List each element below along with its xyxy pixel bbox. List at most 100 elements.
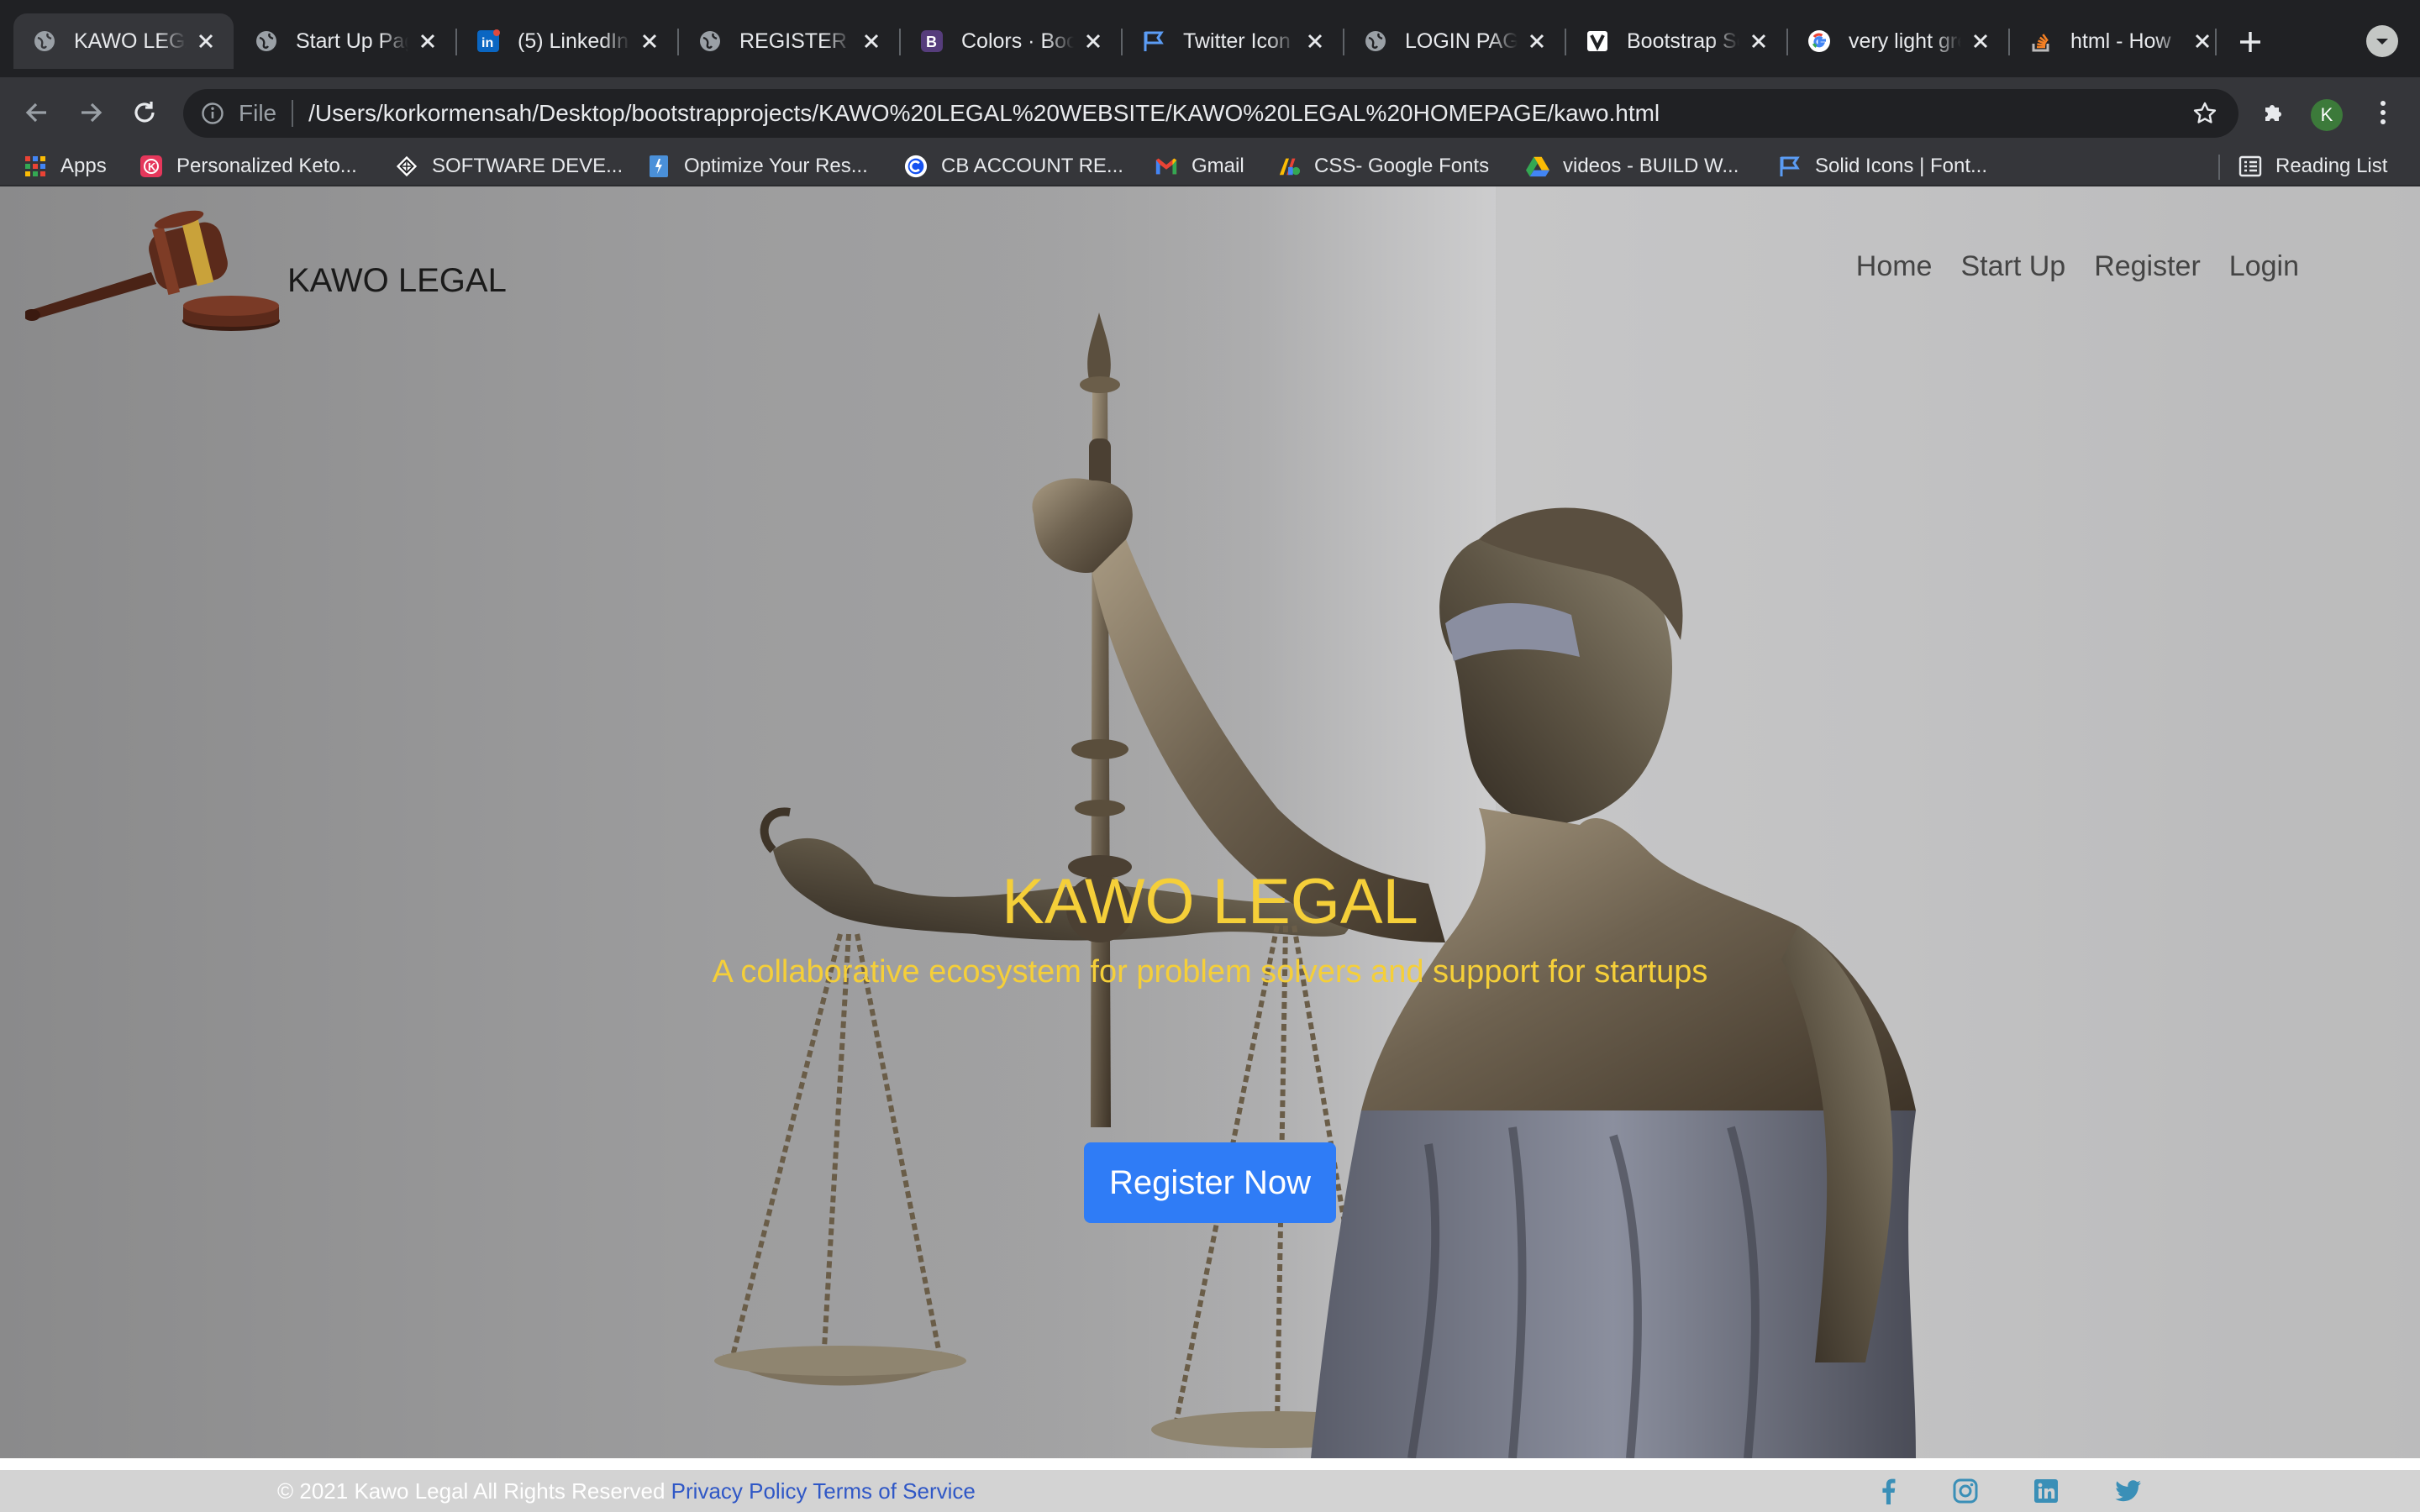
bookmarks-bar: Apps K Personalized Keto... SOFTWARE DEV… bbox=[0, 148, 2420, 186]
reload-icon bbox=[134, 102, 155, 123]
footer-copyright: © 2021 Kawo Legal All Rights Reserved Pr… bbox=[277, 1478, 976, 1504]
tab-title: html - How bbox=[2070, 29, 2171, 53]
bookmark-label: CSS- Google Fonts bbox=[1314, 155, 1490, 177]
brand[interactable]: KAWO LEGAL bbox=[25, 203, 507, 338]
browser-menu-button[interactable] bbox=[2361, 91, 2405, 134]
stackoverflow-icon bbox=[2028, 29, 2054, 54]
hero-title: KAWO LEGAL bbox=[1002, 866, 1418, 937]
twitter-icon[interactable] bbox=[2114, 1477, 2143, 1505]
puzzle-icon bbox=[2265, 105, 2281, 121]
forward-button[interactable] bbox=[69, 91, 113, 134]
globe-icon bbox=[254, 29, 279, 54]
tab-title: REGISTER PAGE bbox=[739, 29, 852, 53]
bookmark-google-fonts[interactable]: CSS- Google Fonts bbox=[1277, 148, 1489, 185]
shield-icon bbox=[1585, 29, 1610, 54]
back-button[interactable] bbox=[15, 91, 59, 134]
reading-list-button[interactable]: Reading List bbox=[2238, 148, 2387, 185]
close-icon[interactable] bbox=[2191, 30, 2213, 52]
terms-of-service-link[interactable]: Terms of Service bbox=[813, 1478, 976, 1504]
hero-section: KAWO LEGAL Home Start Up Register Login … bbox=[0, 186, 2420, 1458]
close-icon[interactable] bbox=[1970, 30, 1991, 52]
close-icon[interactable] bbox=[639, 30, 660, 52]
extensions-button[interactable] bbox=[2252, 91, 2296, 134]
bookmark-videos[interactable]: videos - BUILD W... bbox=[1526, 148, 1739, 185]
arrow-left-icon bbox=[25, 102, 46, 123]
tab-title: LOGIN PAGE bbox=[1405, 29, 1518, 53]
tab-bootstrap-colors[interactable]: B Colors · Bootstrap bbox=[901, 13, 1121, 69]
cb-icon bbox=[904, 155, 928, 178]
bookmark-solid-icons[interactable]: Solid Icons | Font... bbox=[1778, 148, 1987, 185]
address-divider bbox=[292, 100, 294, 127]
more-vert-icon bbox=[2381, 101, 2386, 124]
new-tab-button[interactable] bbox=[2232, 24, 2269, 60]
tab-title: very light grey bbox=[1849, 29, 1961, 53]
info-icon[interactable] bbox=[200, 101, 225, 126]
close-icon[interactable] bbox=[1304, 30, 1326, 52]
google-fonts-icon bbox=[1277, 155, 1301, 178]
address-bar[interactable]: File /Users/korkormensah/Desktop/bootstr… bbox=[183, 89, 2238, 138]
bookmark-label: videos - BUILD W... bbox=[1563, 155, 1739, 177]
nav-link-login[interactable]: Login bbox=[2229, 250, 2299, 283]
close-icon[interactable] bbox=[860, 30, 882, 52]
tab-stackoverflow[interactable]: html - How bbox=[2010, 13, 2230, 69]
privacy-policy-link[interactable]: Privacy Policy bbox=[671, 1478, 808, 1504]
bootstrap-icon: B bbox=[919, 29, 944, 54]
software-icon bbox=[395, 155, 418, 178]
tab-divider bbox=[2215, 29, 2217, 55]
tab-strip: KAWO LEGAL Start Up Page in (5) LinkedIn… bbox=[0, 0, 2420, 77]
instagram-icon[interactable] bbox=[1951, 1477, 1980, 1505]
bookmark-label: SOFTWARE DEVE... bbox=[432, 155, 623, 177]
nav-link-start-up[interactable]: Start Up bbox=[1960, 250, 2065, 283]
bookmark-cb-account[interactable]: CB ACCOUNT RE... bbox=[904, 148, 1123, 185]
main-nav: Home Start Up Register Login bbox=[1856, 250, 2299, 283]
tab-linkedin[interactable]: in (5) LinkedIn bbox=[457, 13, 677, 69]
globe-icon bbox=[697, 29, 723, 54]
gmail-icon bbox=[1155, 155, 1178, 178]
close-icon[interactable] bbox=[1526, 30, 1548, 52]
bookmark-label: CB ACCOUNT RE... bbox=[941, 155, 1123, 177]
web-page: KAWO LEGAL Home Start Up Register Login … bbox=[0, 186, 2420, 1512]
google-icon bbox=[1807, 29, 1832, 54]
close-icon[interactable] bbox=[195, 30, 217, 52]
tab-google-search[interactable]: very light grey bbox=[1788, 13, 2008, 69]
close-icon[interactable] bbox=[1748, 30, 1770, 52]
bookmark-label: Personalized Keto... bbox=[176, 155, 357, 177]
tab-title: Bootstrap Social bbox=[1627, 29, 1739, 53]
tab-search-button[interactable] bbox=[2366, 25, 2398, 57]
bookmark-label: Apps bbox=[60, 155, 107, 177]
linkedin-icon[interactable] bbox=[2032, 1477, 2060, 1505]
tab-login-page[interactable]: LOGIN PAGE bbox=[1344, 13, 1565, 69]
bookmark-software[interactable]: SOFTWARE DEVE... bbox=[395, 148, 623, 185]
brand-name[interactable]: KAWO LEGAL bbox=[287, 262, 507, 300]
tab-register-page[interactable]: REGISTER PAGE bbox=[679, 13, 899, 69]
drive-icon bbox=[1526, 155, 1549, 178]
address-url[interactable]: /Users/korkormensah/Desktop/bootstrappro… bbox=[308, 100, 2188, 127]
flag-icon bbox=[1141, 29, 1166, 54]
gavel-logo bbox=[25, 210, 280, 331]
bookmark-star-icon[interactable] bbox=[2188, 97, 2222, 130]
register-now-button[interactable]: Register Now bbox=[1084, 1142, 1336, 1223]
bookmark-gmail[interactable]: Gmail bbox=[1155, 148, 1244, 185]
bookmark-label: Optimize Your Res... bbox=[684, 155, 868, 177]
close-icon[interactable] bbox=[417, 30, 439, 52]
tab-title: KAWO LEGAL bbox=[74, 29, 187, 53]
globe-icon bbox=[32, 29, 57, 54]
facebook-icon[interactable] bbox=[1874, 1477, 1902, 1505]
profile-avatar[interactable]: K bbox=[2311, 99, 2343, 131]
tab-bootstrap-social[interactable]: Bootstrap Social bbox=[1566, 13, 1786, 69]
bookmark-keto[interactable]: K Personalized Keto... bbox=[139, 148, 357, 185]
flag-icon bbox=[1778, 155, 1802, 178]
tab-start-up-page[interactable]: Start Up Page bbox=[235, 13, 455, 69]
nav-link-home[interactable]: Home bbox=[1856, 250, 1933, 283]
close-icon[interactable] bbox=[1082, 30, 1104, 52]
tab-kawo-legal[interactable]: KAWO LEGAL bbox=[13, 13, 234, 69]
bookmark-apps[interactable]: Apps bbox=[24, 148, 107, 185]
reading-list-label: Reading List bbox=[2275, 155, 2388, 177]
nav-link-register[interactable]: Register bbox=[2094, 250, 2201, 283]
reload-button[interactable] bbox=[123, 91, 166, 134]
plus-icon bbox=[2240, 32, 2260, 52]
arrow-right-icon bbox=[82, 102, 103, 123]
tab-twitter-icon[interactable]: Twitter Icon bbox=[1123, 13, 1343, 69]
reading-list-icon bbox=[2238, 155, 2262, 178]
bookmark-optimize-resume[interactable]: Optimize Your Res... bbox=[647, 148, 868, 185]
